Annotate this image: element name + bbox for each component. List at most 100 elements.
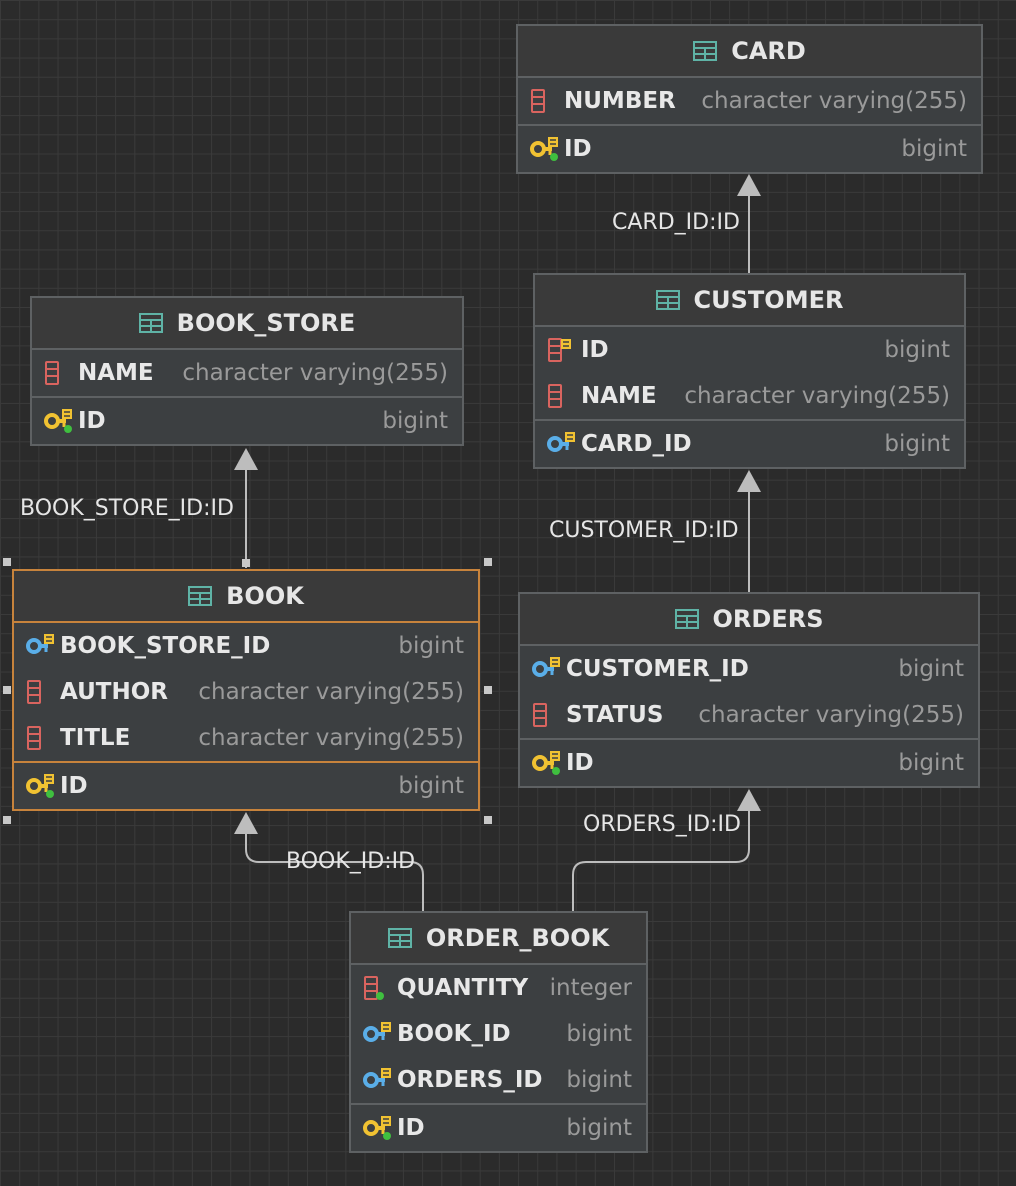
column-row-customer-id[interactable]: CUSTOMER_ID bigint — [520, 646, 978, 692]
column-name: BOOK_STORE_ID — [60, 633, 271, 659]
relation-label-book-id: BOOK_ID:ID — [286, 849, 416, 874]
column-row-status[interactable]: STATUS character varying(255) — [520, 692, 978, 738]
column-type: bigint — [398, 773, 464, 799]
column-row-id[interactable]: ID bigint — [518, 126, 981, 172]
table-book[interactable]: BOOK BOOK_STORE_ID bigint AUTHOR character v… — [12, 569, 480, 811]
column-name: CUSTOMER_ID — [566, 656, 749, 682]
column-name: TITLE — [60, 725, 131, 751]
column-row-id[interactable]: ID bigint — [14, 763, 478, 809]
keys-section: ID bigint — [14, 761, 478, 809]
keys-section: ID bigint — [32, 396, 462, 444]
table-header[interactable]: BOOK_STORE — [32, 298, 462, 350]
column-row-id[interactable]: ID bigint — [520, 740, 978, 786]
table-icon — [138, 313, 163, 333]
column-icon — [547, 382, 577, 410]
keys-section: ID bigint — [518, 124, 981, 172]
table-orders[interactable]: ORDERS CUSTOMER_ID bigint STATUS character v… — [518, 592, 980, 788]
column-type: bigint — [884, 431, 950, 457]
table-icon — [188, 586, 213, 606]
column-row-id[interactable]: ID bigint — [32, 398, 462, 444]
table-icon — [693, 41, 718, 61]
keys-section: ID bigint — [351, 1103, 646, 1151]
column-type: bigint — [566, 1115, 632, 1141]
column-type: character varying(255) — [701, 88, 967, 114]
column-name: NAME — [78, 360, 154, 386]
column-type: bigint — [884, 337, 950, 363]
column-icon — [530, 87, 560, 115]
table-order-book[interactable]: ORDER_BOOK QUANTITY integer BOOK_ID bigint OR… — [349, 911, 648, 1153]
selection-handle-bottom-left[interactable] — [3, 816, 11, 824]
primary-key-icon — [44, 407, 74, 435]
selection-handle-bottom-right[interactable] — [484, 816, 492, 824]
table-name: ORDERS — [712, 605, 824, 633]
primary-key-icon — [532, 749, 562, 777]
foreign-key-icon — [363, 1066, 393, 1094]
table-header[interactable]: CARD — [518, 26, 981, 78]
column-type: bigint — [398, 633, 464, 659]
relation-label-customer-id: CUSTOMER_ID:ID — [549, 518, 739, 543]
er-diagram-canvas[interactable]: CARD_ID:ID BOOK_STORE_ID:ID CUSTOMER_ID:… — [0, 0, 1016, 1186]
selection-handle-top-right[interactable] — [484, 558, 492, 566]
column-name: ID — [60, 773, 88, 799]
column-row-book-id[interactable]: BOOK_ID bigint — [351, 1011, 646, 1057]
table-header[interactable]: CUSTOMER — [535, 275, 964, 327]
column-row-name[interactable]: NAME character varying(255) — [535, 373, 964, 419]
column-name: ORDERS_ID — [397, 1067, 543, 1093]
column-row-author[interactable]: AUTHOR character varying(255) — [14, 669, 478, 715]
column-type: bigint — [898, 656, 964, 682]
column-name: ID — [78, 408, 106, 434]
column-type: character varying(255) — [182, 360, 448, 386]
table-customer[interactable]: CUSTOMER ID bigint NAME character varying(25… — [533, 273, 966, 469]
column-row-quantity[interactable]: QUANTITY integer — [351, 965, 646, 1011]
primary-key-icon — [530, 135, 560, 163]
column-row-book-store-id[interactable]: BOOK_STORE_ID bigint — [14, 623, 478, 669]
selection-handle-middle-right[interactable] — [484, 686, 492, 694]
column-row-id[interactable]: ID bigint — [351, 1105, 646, 1151]
columns-section: ID bigint NAME character varying(255) — [535, 327, 964, 419]
column-name: STATUS — [566, 702, 664, 728]
table-header[interactable]: BOOK — [14, 571, 478, 623]
column-name: NAME — [581, 383, 657, 409]
column-icon — [26, 724, 56, 752]
columns-section: BOOK_STORE_ID bigint AUTHOR character varyi… — [14, 623, 478, 761]
primary-key-icon — [26, 772, 56, 800]
column-type: bigint — [566, 1067, 632, 1093]
column-row-id[interactable]: ID bigint — [535, 327, 964, 373]
table-book-store[interactable]: BOOK_STORE NAME character varying(255) ID bi… — [30, 296, 464, 446]
columns-section: QUANTITY integer BOOK_ID bigint ORDERS_ID big… — [351, 965, 646, 1103]
columns-section: NAME character varying(255) — [32, 350, 462, 396]
column-type: character varying(255) — [198, 679, 464, 705]
column-row-title[interactable]: TITLE character varying(255) — [14, 715, 478, 761]
column-icon — [44, 359, 74, 387]
table-card[interactable]: CARD NUMBER character varying(255) ID bigint — [516, 24, 983, 174]
selection-handle-middle-left[interactable] — [3, 686, 11, 694]
column-type: bigint — [898, 750, 964, 776]
column-name: ID — [397, 1115, 425, 1141]
column-name: ID — [581, 337, 609, 363]
column-name: AUTHOR — [60, 679, 168, 705]
foreign-key-icon — [26, 632, 56, 660]
column-row-number[interactable]: NUMBER character varying(255) — [518, 78, 981, 124]
table-icon — [655, 290, 680, 310]
keys-section: ID bigint — [520, 738, 978, 786]
arrowhead-card — [737, 174, 761, 196]
column-name: CARD_ID — [581, 431, 692, 457]
table-header[interactable]: ORDERS — [520, 594, 978, 646]
selection-handle-top-left[interactable] — [3, 558, 11, 566]
column-name: BOOK_ID — [397, 1021, 511, 1047]
table-header[interactable]: ORDER_BOOK — [351, 913, 646, 965]
column-type: integer — [549, 975, 632, 1001]
table-icon — [387, 928, 412, 948]
column-name: NUMBER — [564, 88, 676, 114]
column-row-name[interactable]: NAME character varying(255) — [32, 350, 462, 396]
keys-section: CARD_ID bigint — [535, 419, 964, 467]
column-type: bigint — [566, 1021, 632, 1047]
selection-handle-top-center — [242, 559, 250, 567]
column-notnull-icon — [363, 974, 393, 1002]
column-name: ID — [566, 750, 594, 776]
column-row-orders-id[interactable]: ORDERS_ID bigint — [351, 1057, 646, 1103]
column-row-card-id[interactable]: CARD_ID bigint — [535, 421, 964, 467]
foreign-key-icon — [363, 1020, 393, 1048]
arrowhead-book-store — [234, 448, 258, 470]
table-name: BOOK — [226, 582, 304, 610]
